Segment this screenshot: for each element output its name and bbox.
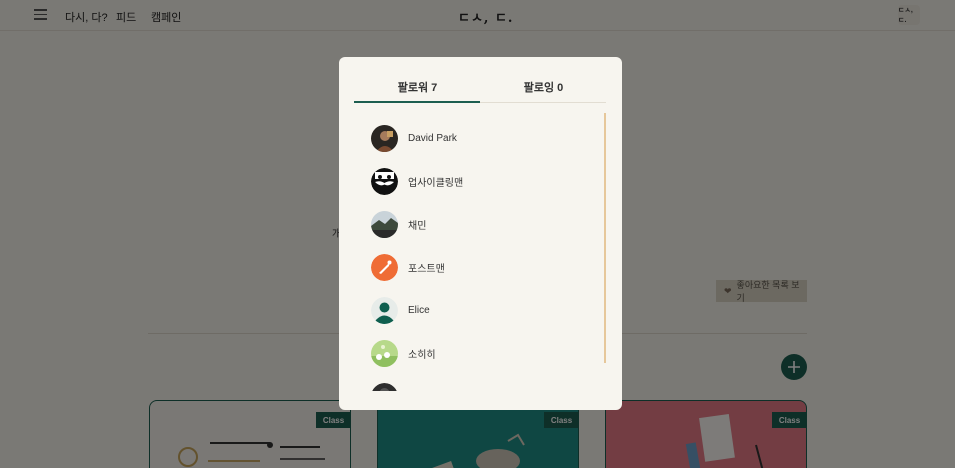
mustache-face-icon	[371, 167, 398, 195]
list-item[interactable]: 포스트맨	[371, 253, 591, 281]
follower-name: 포스트맨	[408, 263, 445, 275]
list-item[interactable]: David Park	[371, 124, 591, 152]
list-item[interactable]: 업사이클링맨	[371, 167, 591, 195]
list-scrollbar[interactable]	[604, 113, 606, 363]
follower-name: 업사이클링맨	[408, 177, 464, 189]
avatar	[371, 339, 398, 367]
list-item[interactable]: 채민	[371, 210, 591, 238]
default-user-icon	[371, 296, 398, 324]
follower-name: 채민	[408, 220, 427, 232]
avatar	[371, 210, 398, 238]
list-item[interactable]: 소히히	[371, 339, 591, 367]
avatar	[371, 382, 398, 391]
follow-modal: 팔로워 7 팔로잉 0 David Park 업사이클링맨 채민 포스트맨 El…	[339, 57, 622, 410]
active-tab-indicator	[354, 101, 480, 103]
tab-followers[interactable]: 팔로워 7	[354, 79, 481, 103]
list-item[interactable]: Elice	[371, 296, 591, 324]
follower-name: Elice	[408, 304, 430, 316]
avatar	[371, 124, 398, 152]
follower-name: 소히히	[408, 349, 436, 361]
postman-rocket-icon	[371, 253, 398, 281]
follower-name: David Park	[408, 132, 457, 144]
tab-following[interactable]: 팔로잉 0	[480, 79, 607, 103]
follower-list[interactable]: David Park 업사이클링맨 채민 포스트맨 Elice 소히히	[371, 121, 591, 391]
list-item[interactable]	[371, 382, 591, 391]
